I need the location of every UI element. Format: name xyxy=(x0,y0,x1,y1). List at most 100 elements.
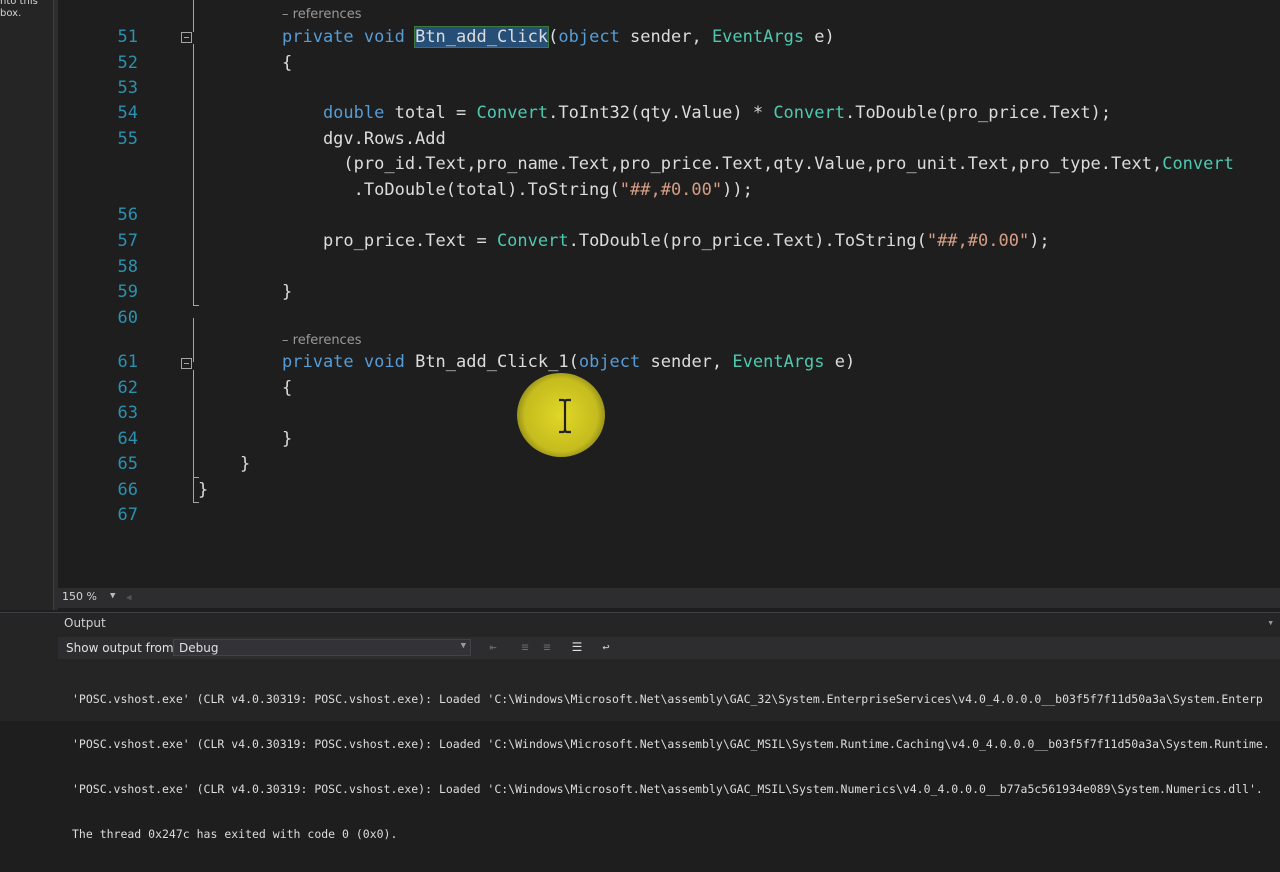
fold-guide-end xyxy=(193,502,199,503)
code-line[interactable]: 63 xyxy=(58,401,1280,426)
output-source-select[interactable]: Debug ▼ xyxy=(173,639,471,656)
fold-guide xyxy=(193,0,194,32)
code-token: ); xyxy=(1029,231,1050,251)
next-message-icon[interactable]: ≡ xyxy=(540,640,554,654)
code-editor[interactable]: – references – references 51 private void… xyxy=(58,0,1280,588)
zoom-dropdown-icon[interactable]: ▼ xyxy=(110,591,115,601)
code-token: EventArgs xyxy=(732,352,835,372)
codelens-references[interactable]: – references xyxy=(282,7,361,22)
code-token: dgv.Rows.Add xyxy=(282,129,446,149)
line-number: 67 xyxy=(117,505,138,525)
output-log[interactable]: 'POSC.vshost.exe' (CLR v4.0.30319: POSC.… xyxy=(72,662,1280,872)
output-log-line: 'POSC.vshost.exe' (CLR v4.0.30319: POSC.… xyxy=(72,782,1263,796)
code-text: } xyxy=(282,280,292,305)
code-token: void xyxy=(363,27,416,47)
show-output-from-label: Show output from: xyxy=(66,641,178,655)
code-line[interactable]: 57 pro_price.Text = Convert.ToDouble(pro… xyxy=(58,229,1280,254)
line-number: 54 xyxy=(117,103,138,123)
code-token: } xyxy=(198,480,209,500)
code-line[interactable]: 60 xyxy=(58,306,1280,331)
code-line[interactable]: 55 dgv.Rows.Add xyxy=(58,127,1280,152)
toolbox-hint-text: nto this box. xyxy=(0,0,38,19)
code-token: "##,#0.00" xyxy=(619,180,723,200)
text-cursor-icon xyxy=(559,398,571,434)
code-token: .ToDouble(pro_price.Text); xyxy=(844,103,1112,123)
code-token: (pro_id.Text,pro_name.Text,pro_price.Tex… xyxy=(282,154,1163,174)
line-number: 56 xyxy=(117,205,138,225)
code-token: .ToDouble(pro_price.Text).ToString( xyxy=(568,231,927,251)
line-number: 65 xyxy=(117,454,138,474)
code-text: dgv.Rows.Add xyxy=(282,127,446,152)
panel-menu-icon[interactable]: ▾ xyxy=(1267,616,1274,629)
code-token: .ToDouble(total).ToString( xyxy=(282,180,620,200)
code-line[interactable]: 62 { xyxy=(58,376,1280,401)
output-panel: Output ▾ Show output from: Debug ▼ ⇤ ≡ ≡… xyxy=(0,612,1280,841)
code-token: double xyxy=(282,103,395,123)
code-token: private xyxy=(282,27,364,47)
word-wrap-icon[interactable]: ↩ xyxy=(599,640,613,654)
clear-all-icon[interactable]: ☰ xyxy=(570,640,584,654)
code-token: } xyxy=(282,282,293,302)
code-line[interactable]: 67 xyxy=(58,503,1280,528)
zoom-level[interactable]: 150 % xyxy=(62,590,97,603)
collapse-toggle-icon[interactable] xyxy=(181,358,192,369)
code-token: "##,#0.00" xyxy=(926,231,1030,251)
fold-guide xyxy=(193,370,194,502)
editor-status-bar: 150 % ▼ ◀ xyxy=(58,588,1280,608)
code-token: Convert xyxy=(1162,154,1234,174)
code-line[interactable]: 65} xyxy=(58,452,1280,477)
fold-guide xyxy=(193,44,194,306)
code-line[interactable]: 53 xyxy=(58,76,1280,101)
line-number: 58 xyxy=(117,257,138,277)
code-text: { xyxy=(282,51,292,76)
line-number: 55 xyxy=(117,129,138,149)
fold-guide-end xyxy=(193,477,199,478)
output-log-line: 'POSC.vshost.exe' (CLR v4.0.30319: POSC.… xyxy=(72,692,1263,706)
code-text: pro_price.Text = Convert.ToDouble(pro_pr… xyxy=(282,229,1050,254)
line-number: 52 xyxy=(117,53,138,73)
code-token: object xyxy=(558,27,631,47)
chevron-down-icon: ▼ xyxy=(460,641,466,651)
code-token: sender, xyxy=(630,27,712,47)
code-text: { xyxy=(282,376,292,401)
code-token: )); xyxy=(722,180,753,200)
code-text: .ToDouble(total).ToString("##,#0.00")); xyxy=(282,178,753,203)
code-line[interactable]: 52 { xyxy=(58,51,1280,76)
output-toolbar: Show output from: Debug ▼ ⇤ ≡ ≡ ☰ ↩ xyxy=(58,637,1280,659)
code-token: } xyxy=(282,429,293,449)
code-token: Btn_add_Click_1( xyxy=(415,352,579,372)
line-number: 62 xyxy=(117,378,138,398)
scrollbar-left-arrow-icon[interactable]: ◀ xyxy=(126,593,131,603)
code-text: private void Btn_add_Click(object sender… xyxy=(282,25,835,50)
output-source-value: Debug xyxy=(179,641,219,655)
code-line[interactable]: 64} xyxy=(58,427,1280,452)
code-line[interactable]: 66} xyxy=(58,478,1280,503)
code-line[interactable]: 61 private void Btn_add_Click_1(object se… xyxy=(58,350,1280,375)
code-token: sender, xyxy=(650,352,733,372)
line-number: 64 xyxy=(117,429,138,449)
line-number: 57 xyxy=(117,231,138,251)
collapse-toggle-icon[interactable] xyxy=(181,32,192,43)
code-line[interactable]: 59} xyxy=(58,280,1280,305)
code-text: private void Btn_add_Click_1(object send… xyxy=(282,350,855,375)
code-token: { xyxy=(282,378,293,398)
output-log-line: The thread 0x247c has exited with code 0… xyxy=(72,827,398,841)
output-panel-title: Output xyxy=(64,616,106,630)
code-token: pro_price.Text = xyxy=(282,231,497,251)
code-token: total = xyxy=(394,103,477,123)
line-number: 60 xyxy=(117,308,138,328)
line-number: 59 xyxy=(117,282,138,302)
code-line[interactable]: 56 xyxy=(58,203,1280,228)
output-log-line: 'POSC.vshost.exe' (CLR v4.0.30319: POSC.… xyxy=(72,737,1270,751)
code-line[interactable]: .ToDouble(total).ToString("##,#0.00")); xyxy=(58,178,1280,203)
previous-message-icon[interactable]: ≡ xyxy=(518,640,532,654)
code-line[interactable]: 51 private void Btn_add_Click(object send… xyxy=(58,25,1280,50)
code-line[interactable]: 54 double total = Convert.ToInt32(qty.Va… xyxy=(58,101,1280,126)
code-line[interactable]: 58 xyxy=(58,255,1280,280)
code-line[interactable]: (pro_id.Text,pro_name.Text,pro_price.Tex… xyxy=(58,152,1280,177)
codelens-references[interactable]: – references xyxy=(282,333,361,348)
code-token: } xyxy=(240,454,251,474)
find-message-icon[interactable]: ⇤ xyxy=(486,640,500,654)
code-token: object xyxy=(578,352,651,372)
code-token: Convert xyxy=(773,103,845,123)
